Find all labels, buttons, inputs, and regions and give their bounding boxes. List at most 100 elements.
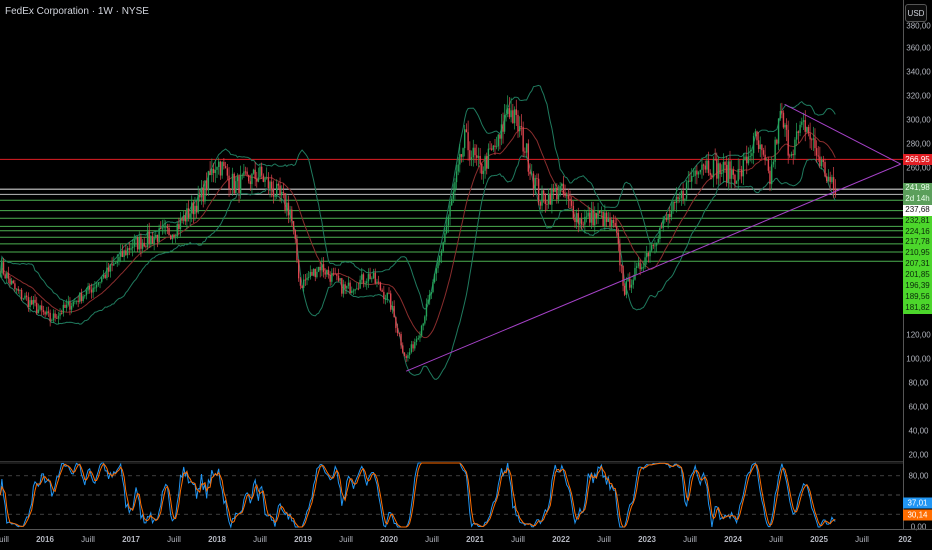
price-chart[interactable] bbox=[0, 0, 932, 529]
candle bbox=[680, 188, 683, 206]
candle-body bbox=[590, 210, 593, 223]
candle-body bbox=[552, 188, 555, 192]
candle-body bbox=[546, 203, 548, 205]
price-label-stack: 241,98 2d 14h 237,68 232,81 224,16 217,78 21… bbox=[903, 183, 932, 314]
candle-body bbox=[781, 110, 783, 113]
candle bbox=[754, 128, 757, 137]
candle bbox=[807, 124, 810, 137]
candle-body bbox=[785, 124, 788, 130]
candle-body bbox=[567, 194, 570, 199]
candle bbox=[789, 153, 791, 159]
candle bbox=[427, 295, 429, 305]
candle-body bbox=[146, 231, 149, 248]
candle bbox=[204, 180, 206, 205]
candle-body bbox=[831, 177, 833, 182]
candle-body bbox=[536, 177, 538, 179]
candle-body bbox=[298, 260, 300, 279]
candle bbox=[609, 212, 611, 229]
candle-body bbox=[204, 180, 206, 202]
time-axis-label: Juill bbox=[81, 535, 95, 544]
candle-body bbox=[179, 218, 182, 230]
candle bbox=[371, 276, 373, 283]
candle-body bbox=[607, 217, 609, 222]
candle-body bbox=[239, 175, 242, 194]
candle-body bbox=[79, 292, 81, 302]
candle-body bbox=[429, 294, 431, 300]
candle-body bbox=[228, 175, 230, 189]
candle-body bbox=[309, 271, 312, 277]
candle-body bbox=[497, 134, 499, 147]
pane-separator[interactable] bbox=[0, 461, 903, 462]
candle bbox=[44, 310, 46, 318]
candle bbox=[131, 239, 134, 257]
candle-body bbox=[153, 237, 155, 244]
candle-body bbox=[356, 288, 358, 290]
candle-body bbox=[161, 227, 164, 229]
candle bbox=[84, 294, 86, 299]
candle-body bbox=[165, 226, 167, 228]
candle-body bbox=[512, 110, 514, 124]
candle bbox=[513, 106, 516, 130]
candle-body bbox=[554, 187, 556, 192]
candle bbox=[145, 244, 147, 249]
candle-body bbox=[60, 313, 63, 314]
candle-body bbox=[376, 281, 378, 284]
candle-body bbox=[65, 304, 68, 308]
time-axis[interactable]: Juill 2016 Juill 2017 Juill 2018 Juill 2019 Juil… bbox=[0, 529, 932, 550]
candle bbox=[326, 269, 328, 278]
support-price-label: 189,56 bbox=[903, 291, 932, 303]
candle bbox=[742, 152, 745, 185]
candle-body bbox=[459, 154, 461, 165]
time-axis-label: 2021 bbox=[466, 535, 484, 544]
candle-body bbox=[707, 160, 710, 173]
candle bbox=[207, 170, 210, 196]
candle bbox=[135, 236, 137, 247]
candle bbox=[704, 160, 706, 173]
candle bbox=[64, 302, 66, 308]
candle bbox=[794, 137, 796, 160]
candle bbox=[422, 322, 424, 331]
candle-body bbox=[207, 171, 210, 191]
candle-body bbox=[386, 292, 388, 299]
candle-body bbox=[150, 236, 152, 244]
candle-body bbox=[637, 262, 640, 267]
candle bbox=[80, 288, 83, 304]
candle bbox=[342, 279, 345, 298]
candle bbox=[22, 297, 24, 301]
candle-body bbox=[22, 298, 24, 300]
candle-body bbox=[549, 193, 551, 205]
candle bbox=[831, 174, 833, 184]
candle bbox=[811, 137, 813, 151]
candle bbox=[95, 282, 98, 292]
candle-body bbox=[334, 273, 336, 275]
candle bbox=[319, 261, 321, 278]
candle-body bbox=[219, 161, 222, 176]
candle-body bbox=[341, 278, 343, 294]
candle-body bbox=[342, 284, 345, 294]
candle-body bbox=[248, 174, 250, 182]
candle bbox=[822, 155, 824, 168]
candle-body bbox=[442, 242, 444, 251]
candle bbox=[659, 227, 661, 243]
candle bbox=[625, 277, 628, 299]
candle bbox=[267, 172, 270, 195]
candle-body bbox=[449, 205, 451, 217]
candle bbox=[252, 168, 255, 175]
candle-body bbox=[230, 188, 232, 190]
candle bbox=[487, 143, 490, 170]
candle-body bbox=[684, 198, 686, 200]
candle-body bbox=[410, 344, 413, 353]
candle-body bbox=[17, 288, 19, 291]
candle bbox=[655, 242, 658, 253]
candle bbox=[287, 195, 290, 224]
candle-body bbox=[69, 301, 71, 310]
candle bbox=[477, 147, 480, 167]
candle bbox=[827, 169, 830, 183]
candle bbox=[89, 283, 91, 294]
candle-body bbox=[287, 202, 290, 216]
candle-body bbox=[674, 201, 676, 203]
candle bbox=[218, 157, 220, 175]
candle bbox=[425, 298, 428, 321]
candle-body bbox=[432, 282, 434, 293]
currency-button[interactable]: USD bbox=[905, 4, 927, 22]
